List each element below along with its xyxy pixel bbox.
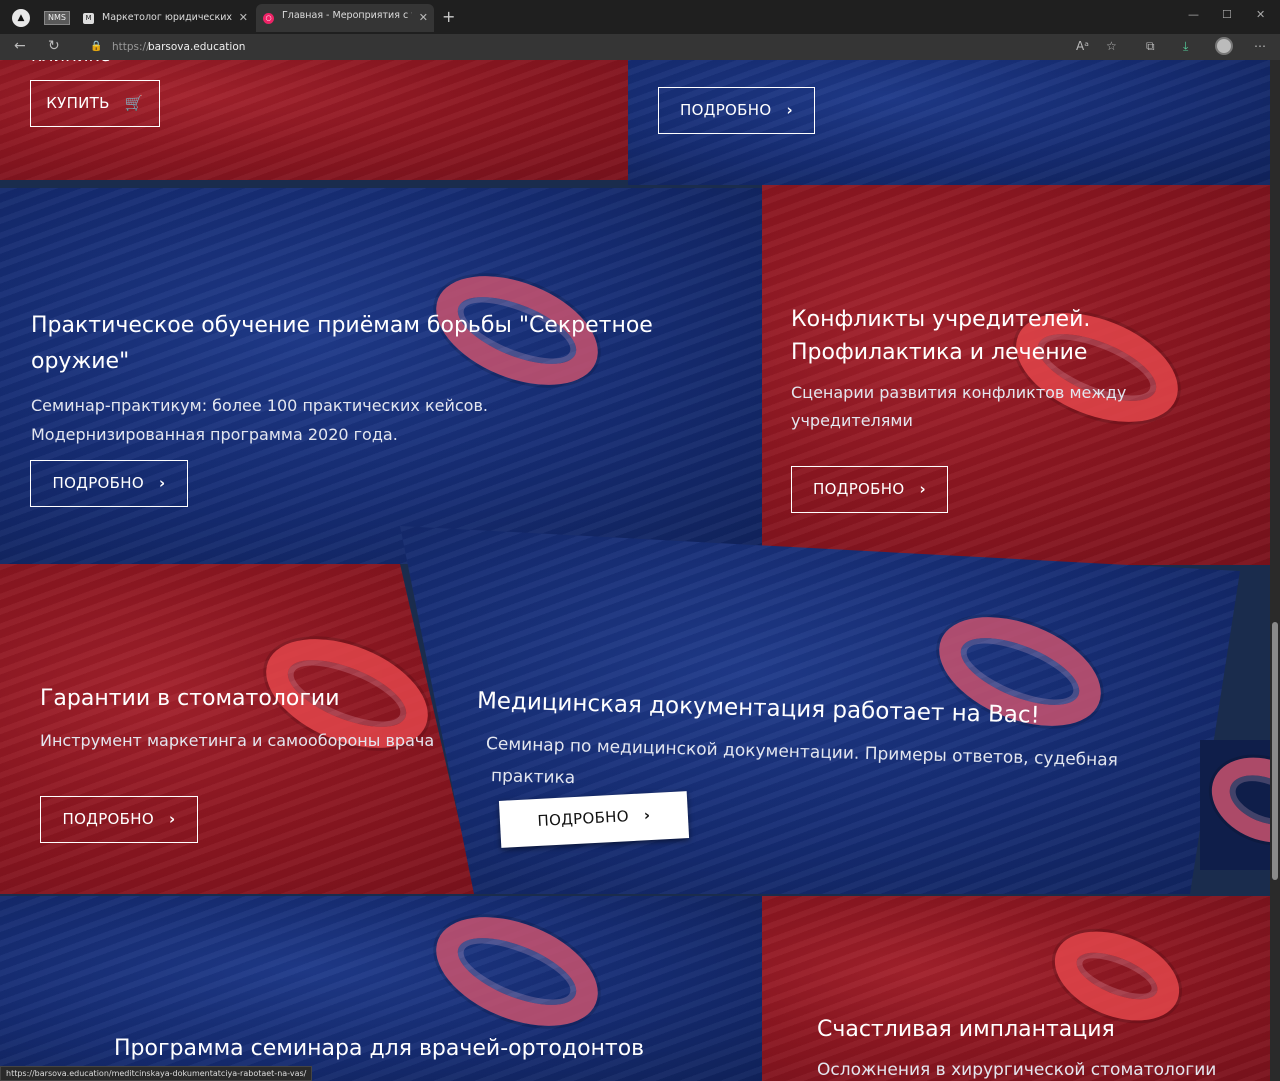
- panel-title: Гарантии в стоматологии: [40, 686, 340, 711]
- buy-button[interactable]: КУПИТЬ 🛒: [30, 80, 160, 127]
- cart-icon: 🛒: [124, 94, 144, 112]
- refresh-icon[interactable]: ↻: [48, 38, 60, 54]
- tab-favicon-icon: M: [83, 13, 94, 24]
- panel-desc-line: учредителями: [791, 411, 913, 430]
- scrollbar-thumb[interactable]: [1272, 622, 1278, 880]
- status-bar-url: https://barsova.education/meditcinskaya-…: [0, 1066, 313, 1081]
- browser-chrome: ▲ NMS M Маркетолог юридических услуг ✕ ○…: [0, 0, 1280, 60]
- read-aloud-icon[interactable]: Aᵃ: [1076, 39, 1089, 53]
- panel-desc-line: Сценарии развития конфликтов между: [791, 383, 1127, 402]
- panel-desc-line: Модернизированная программа 2020 года.: [31, 425, 398, 444]
- window-close-icon[interactable]: ✕: [1256, 8, 1265, 21]
- panel-desc: Инструмент маркетинга и самообороны врач…: [40, 731, 435, 750]
- close-tab-icon[interactable]: ✕: [239, 6, 248, 30]
- tab-nms[interactable]: NMS: [40, 6, 72, 30]
- new-tab-icon[interactable]: +: [442, 7, 455, 26]
- favorite-star-icon[interactable]: ☆: [1106, 39, 1117, 53]
- partial-title: клинике: [31, 60, 111, 74]
- panel-title-line: Конфликты учредителей.: [791, 307, 1091, 332]
- chevron-right-icon: ›: [919, 480, 926, 498]
- tab-label: Главная - Мероприятия с участ: [282, 10, 412, 21]
- panel-founders: Конфликты учредителей. Профилактика и ле…: [762, 185, 1270, 565]
- details-button-secret-weapon[interactable]: ПОДРОБНО ›: [30, 460, 188, 507]
- panel-top-right: ПОДРОБНО ›: [628, 60, 1270, 185]
- panel-medical-docs: Медицинская документация работает на Вас…: [400, 526, 1240, 894]
- maximize-icon[interactable]: ☐: [1222, 8, 1232, 21]
- lock-icon: 🔒: [90, 41, 103, 52]
- more-menu-icon[interactable]: ⋯: [1254, 39, 1266, 53]
- details-label: ПОДРОБНО: [62, 810, 154, 828]
- details-label: ПОДРОБНО: [813, 480, 905, 498]
- panel-title: Практическое обучение приёмам борьбы "Се…: [31, 313, 653, 374]
- profile-avatar[interactable]: [1215, 37, 1233, 55]
- close-tab-icon[interactable]: ✕: [419, 6, 428, 30]
- tab-main-events[interactable]: ○ Главная - Мероприятия с участ ✕: [256, 4, 434, 32]
- edge-water-strip: [1200, 740, 1270, 870]
- panel-desc-line: Семинар-практикум: более 100 практически…: [31, 396, 488, 415]
- back-icon[interactable]: ←: [14, 38, 26, 54]
- address-bar-row: ← ↻ 🔒 https:// barsova.education Aᵃ ☆ ⧉ …: [0, 34, 1280, 60]
- url-protocol: https://: [112, 41, 150, 53]
- chevron-right-icon: ›: [169, 810, 176, 828]
- details-label: ПОДРОБНО: [537, 807, 630, 830]
- panel-orthodontists: Программа семинара для врачей-ортодонтов: [0, 896, 762, 1081]
- chevron-right-icon: ›: [643, 806, 651, 825]
- chevron-right-icon: ›: [786, 101, 793, 119]
- tab-marketolog[interactable]: M Маркетолог юридических услуг ✕: [76, 6, 254, 30]
- minimize-icon[interactable]: —: [1188, 8, 1199, 21]
- extensions-icon[interactable]: ⧉: [1146, 39, 1155, 54]
- tab-label: Маркетолог юридических услуг: [102, 12, 232, 23]
- details-button-dentistry[interactable]: ПОДРОБНО ›: [40, 796, 198, 843]
- panel-implant: Счастливая имплантация Осложнения в хиру…: [762, 896, 1270, 1081]
- details-button-medical-docs[interactable]: ПОДРОБНО ›: [498, 791, 690, 848]
- details-button-top-right[interactable]: ПОДРОБНО ›: [658, 87, 815, 134]
- browser-menu-icon[interactable]: ▲: [12, 9, 30, 27]
- page-viewport: клинике КУПИТЬ 🛒 ПОДРОБНО › Практическое…: [0, 60, 1270, 1081]
- panel-title-line: Профилактика и лечение: [791, 340, 1088, 365]
- vertical-scrollbar[interactable]: [1270, 60, 1280, 1081]
- lifebuoy-favicon-icon: ○: [263, 13, 274, 24]
- url-field[interactable]: 🔒 https:// barsova.education: [86, 38, 1131, 56]
- panel-top-left: клинике КУПИТЬ 🛒: [0, 60, 628, 180]
- panel-desc-line: практика: [490, 766, 576, 789]
- url-host: barsova.education: [148, 41, 246, 53]
- panel-secret-weapon: Практическое обучение приёмам борьбы "Се…: [0, 188, 762, 564]
- chevron-right-icon: ›: [159, 474, 166, 492]
- nms-tab-label: NMS: [44, 11, 70, 25]
- details-button-founders[interactable]: ПОДРОБНО ›: [791, 466, 948, 513]
- buy-button-label: КУПИТЬ: [46, 94, 110, 112]
- downloads-icon[interactable]: ⤓: [1183, 39, 1188, 54]
- panel-desc: Осложнения в хирургической стоматологии: [817, 1060, 1217, 1080]
- details-label: ПОДРОБНО: [52, 474, 144, 492]
- details-label: ПОДРОБНО: [680, 101, 772, 119]
- panel-title: Программа семинара для врачей-ортодонтов: [114, 1036, 645, 1061]
- tab-bar: ▲ NMS M Маркетолог юридических услуг ✕ ○…: [0, 0, 1280, 34]
- lifebuoy-image: [1200, 742, 1270, 858]
- panel-title: Счастливая имплантация: [817, 1017, 1115, 1042]
